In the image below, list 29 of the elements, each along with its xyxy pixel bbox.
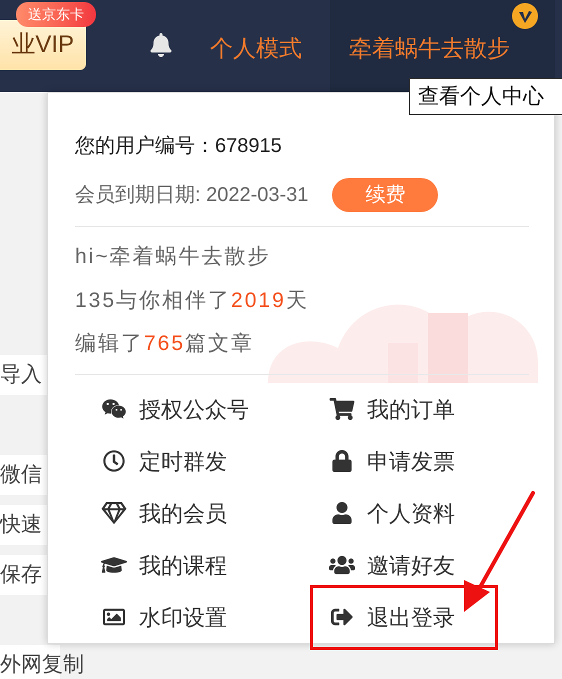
diamond-icon xyxy=(101,502,127,524)
stat-line: 135与你相伴了 2019天 xyxy=(75,288,310,314)
menu-item[interactable]: 定时群发 xyxy=(139,444,227,478)
expiry-date: 会员到期日期: 2022-03-31 xyxy=(75,183,308,208)
menu-item[interactable]: 授权公众号 xyxy=(139,392,249,426)
image-icon xyxy=(101,606,127,628)
menu-item[interactable]: 我的课程 xyxy=(139,548,227,582)
badge: 送京东卡 xyxy=(16,2,96,27)
users-icon xyxy=(329,554,355,576)
menu-item[interactable]: 个人资料 xyxy=(367,496,455,530)
clock-icon xyxy=(101,450,127,472)
bell-icon[interactable] xyxy=(150,33,172,57)
stat-line: 编辑了 765篇文章 xyxy=(75,331,256,357)
menu-item[interactable]: 我的订单 xyxy=(367,392,455,426)
menu-item[interactable]: 申请发票 xyxy=(367,444,455,478)
menu-item[interactable]: 水印设置 xyxy=(139,600,227,634)
tooltip: 查看个人中心 xyxy=(409,78,562,115)
chat-bubbles-icon xyxy=(101,398,127,420)
mode-link[interactable]: 个人模式 xyxy=(210,31,302,66)
user-id: 您的用户编号：678915 xyxy=(75,134,283,159)
menu-item[interactable]: 我的会员 xyxy=(139,496,227,530)
v-logo-icon xyxy=(512,3,538,29)
sidebar-item[interactable]: 外网复制 xyxy=(0,649,84,679)
sign-out-icon xyxy=(329,606,355,628)
cart-icon xyxy=(329,398,355,420)
menu-item[interactable]: 退出登录 xyxy=(367,600,455,634)
menu-item[interactable]: 邀请好友 xyxy=(367,548,455,582)
graduation-cap-icon xyxy=(101,554,127,576)
greeting: hi~牵着蜗牛去散步 xyxy=(75,244,272,270)
